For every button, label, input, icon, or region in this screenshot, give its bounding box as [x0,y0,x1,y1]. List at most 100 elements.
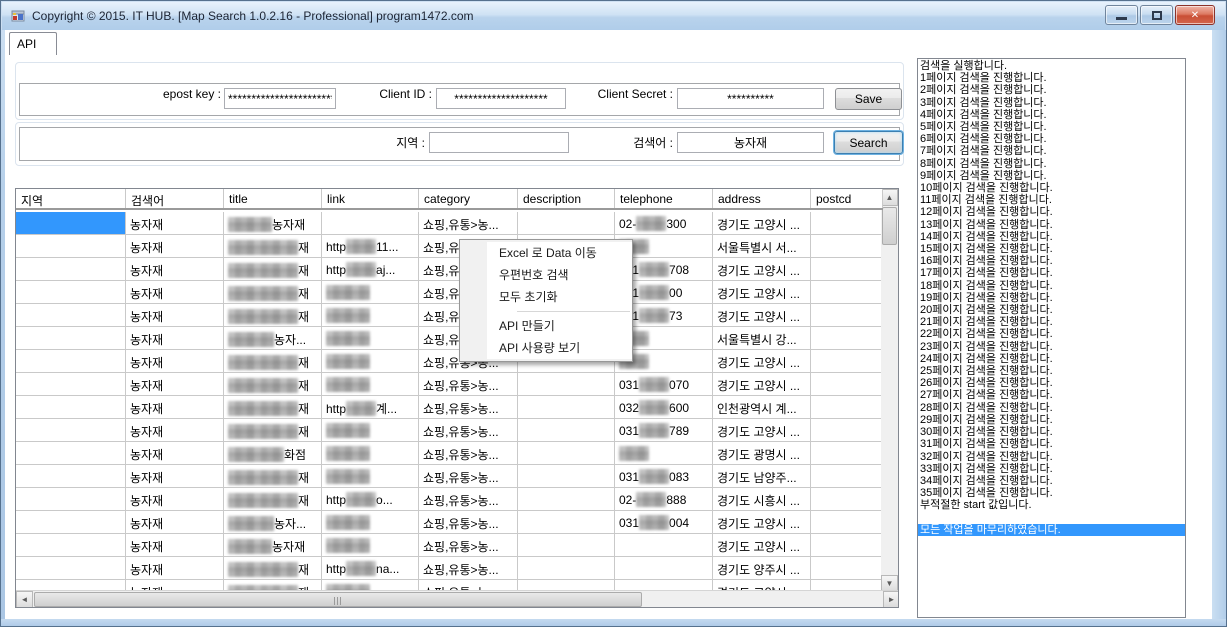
cell-address[interactable]: 경기도 광명시 ... [713,442,811,464]
minimize-button[interactable] [1105,5,1138,25]
horizontal-scrollbar[interactable]: ◄ ► [16,590,899,607]
cell-postcd[interactable] [811,396,883,418]
cell-address[interactable]: 경기도 고양시 ... [713,373,811,395]
log-line[interactable]: 15페이지 검색을 진행합니다. [920,243,1185,255]
client-secret-field[interactable] [677,88,824,109]
cell-category[interactable]: 쇼핑,유통>농... [419,396,518,418]
cell-title[interactable]: 농자재 [224,212,322,234]
column-header-3[interactable]: link [322,189,419,208]
table-row[interactable]: 농자재재http11...쇼핑,유통>농...서울특별시 서... [16,235,883,258]
cell-link[interactable]: http계... [322,396,419,418]
cell-link[interactable] [322,281,419,303]
scroll-left-icon[interactable]: ◄ [16,591,33,608]
cell-link[interactable] [322,212,419,234]
log-line[interactable]: 34페이지 검색을 진행합니다. [920,475,1185,487]
cell-postcd[interactable] [811,235,883,257]
cell-category[interactable]: 쇼핑,유통>농... [419,442,518,464]
cell-title[interactable]: 재 [224,488,322,510]
cell-keyword[interactable]: 농자재 [126,511,224,533]
cell-description[interactable] [518,557,615,579]
cell-postcd[interactable] [811,465,883,487]
cell-keyword[interactable]: 농자재 [126,419,224,441]
scroll-right-icon[interactable]: ► [883,591,899,608]
maximize-button[interactable] [1140,5,1173,25]
cell-address[interactable]: 경기도 남양주... [713,465,811,487]
log-line[interactable]: 33페이지 검색을 진행합니다. [920,463,1185,475]
log-line[interactable]: 35페이지 검색을 진행합니다. [920,487,1185,499]
cell-region[interactable] [16,350,126,372]
cell-region[interactable] [16,212,126,234]
log-line[interactable]: 12페이지 검색을 진행합니다. [920,206,1185,218]
close-button[interactable]: ✕ [1175,5,1215,25]
menu-item[interactable]: 모두 초기화 [487,286,632,308]
log-line[interactable]: 28페이지 검색을 진행합니다. [920,402,1185,414]
table-row[interactable]: 농자재재httpo...쇼핑,유통>농...02-888경기도 시흥시 ... [16,488,883,511]
cell-telephone[interactable]: 031070 [615,373,713,395]
cell-description[interactable] [518,511,615,533]
log-line[interactable]: 부적절한 start 값입니다. [920,499,1185,511]
cell-keyword[interactable]: 농자재 [126,557,224,579]
cell-address[interactable]: 인천광역시 계... [713,396,811,418]
cell-address[interactable]: 서울특별시 강... [713,327,811,349]
cell-keyword[interactable]: 농자재 [126,327,224,349]
cell-link[interactable] [322,511,419,533]
cell-keyword[interactable]: 농자재 [126,465,224,487]
cell-title[interactable]: 재 [224,281,322,303]
table-row[interactable]: 농자재재쇼핑,유통>농...경기도 고양시 ... [16,350,883,373]
cell-address[interactable]: 경기도 양주시 ... [713,557,811,579]
log-line[interactable]: 6페이지 검색을 진행합니다. [920,133,1185,145]
table-row[interactable]: 농자재농자...쇼핑,유통>농...031004경기도 고양시 ... [16,511,883,534]
log-line[interactable]: 26페이지 검색을 진행합니다. [920,377,1185,389]
table-row[interactable]: 농자재농자재쇼핑,유통>농...경기도 고양시 ... [16,534,883,557]
log-line[interactable]: 13페이지 검색을 진행합니다. [920,219,1185,231]
vertical-scroll-thumb[interactable] [882,207,897,245]
cell-keyword[interactable]: 농자재 [126,534,224,556]
cell-title[interactable]: 재 [224,235,322,257]
cell-address[interactable]: 경기도 고양시 ... [713,304,811,326]
cell-keyword[interactable]: 농자재 [126,235,224,257]
column-header-0[interactable]: 지역 [16,189,126,208]
column-header-8[interactable]: postcd [811,189,883,208]
cell-postcd[interactable] [811,442,883,464]
table-row[interactable]: 농자재농자...쇼핑,유통>농...서울특별시 강... [16,327,883,350]
table-row[interactable]: 농자재농자재쇼핑,유통>농...02-300경기도 고양시 ... [16,212,883,235]
cell-postcd[interactable] [811,258,883,280]
cell-category[interactable]: 쇼핑,유통>농... [419,488,518,510]
cell-link[interactable] [322,327,419,349]
tab-api[interactable]: API [9,32,57,55]
cell-category[interactable]: 쇼핑,유통>농... [419,465,518,487]
cell-postcd[interactable] [811,488,883,510]
cell-region[interactable] [16,557,126,579]
table-row[interactable]: 농자재재쇼핑,유통>농...031789경기도 고양시 ... [16,419,883,442]
log-line[interactable]: 30페이지 검색을 진행합니다. [920,426,1185,438]
search-button[interactable]: Search [834,131,903,154]
cell-telephone[interactable]: 031083 [615,465,713,487]
cell-address[interactable]: 서울특별시 서... [713,235,811,257]
cell-description[interactable] [518,534,615,556]
log-line[interactable]: 24페이지 검색을 진행합니다. [920,353,1185,365]
cell-keyword[interactable]: 농자재 [126,488,224,510]
menu-item[interactable]: 우편번호 검색 [487,264,632,286]
cell-title[interactable]: 재 [224,373,322,395]
column-header-6[interactable]: telephone [615,189,713,208]
cell-title[interactable]: 농자... [224,511,322,533]
cell-region[interactable] [16,534,126,556]
log-line[interactable]: 8페이지 검색을 진행합니다. [920,158,1185,170]
table-row[interactable]: 농자재화점쇼핑,유통>농...경기도 광명시 ... [16,442,883,465]
menu-item[interactable]: API 만들기 [487,315,632,337]
column-header-7[interactable]: address [713,189,811,208]
cell-postcd[interactable] [811,327,883,349]
cell-region[interactable] [16,235,126,257]
cell-title[interactable]: 재 [224,258,322,280]
cell-region[interactable] [16,304,126,326]
cell-link[interactable]: http11... [322,235,419,257]
cell-region[interactable] [16,258,126,280]
cell-postcd[interactable] [811,511,883,533]
log-line[interactable]: 32페이지 검색을 진행합니다. [920,451,1185,463]
region-field[interactable] [429,132,569,153]
log-line[interactable]: 22페이지 검색을 진행합니다. [920,328,1185,340]
column-header-1[interactable]: 검색어 [126,189,224,208]
cell-keyword[interactable]: 농자재 [126,304,224,326]
log-line[interactable] [920,512,1185,524]
results-grid[interactable]: 지역검색어titlelinkcategorydescriptiontelepho… [15,188,899,608]
